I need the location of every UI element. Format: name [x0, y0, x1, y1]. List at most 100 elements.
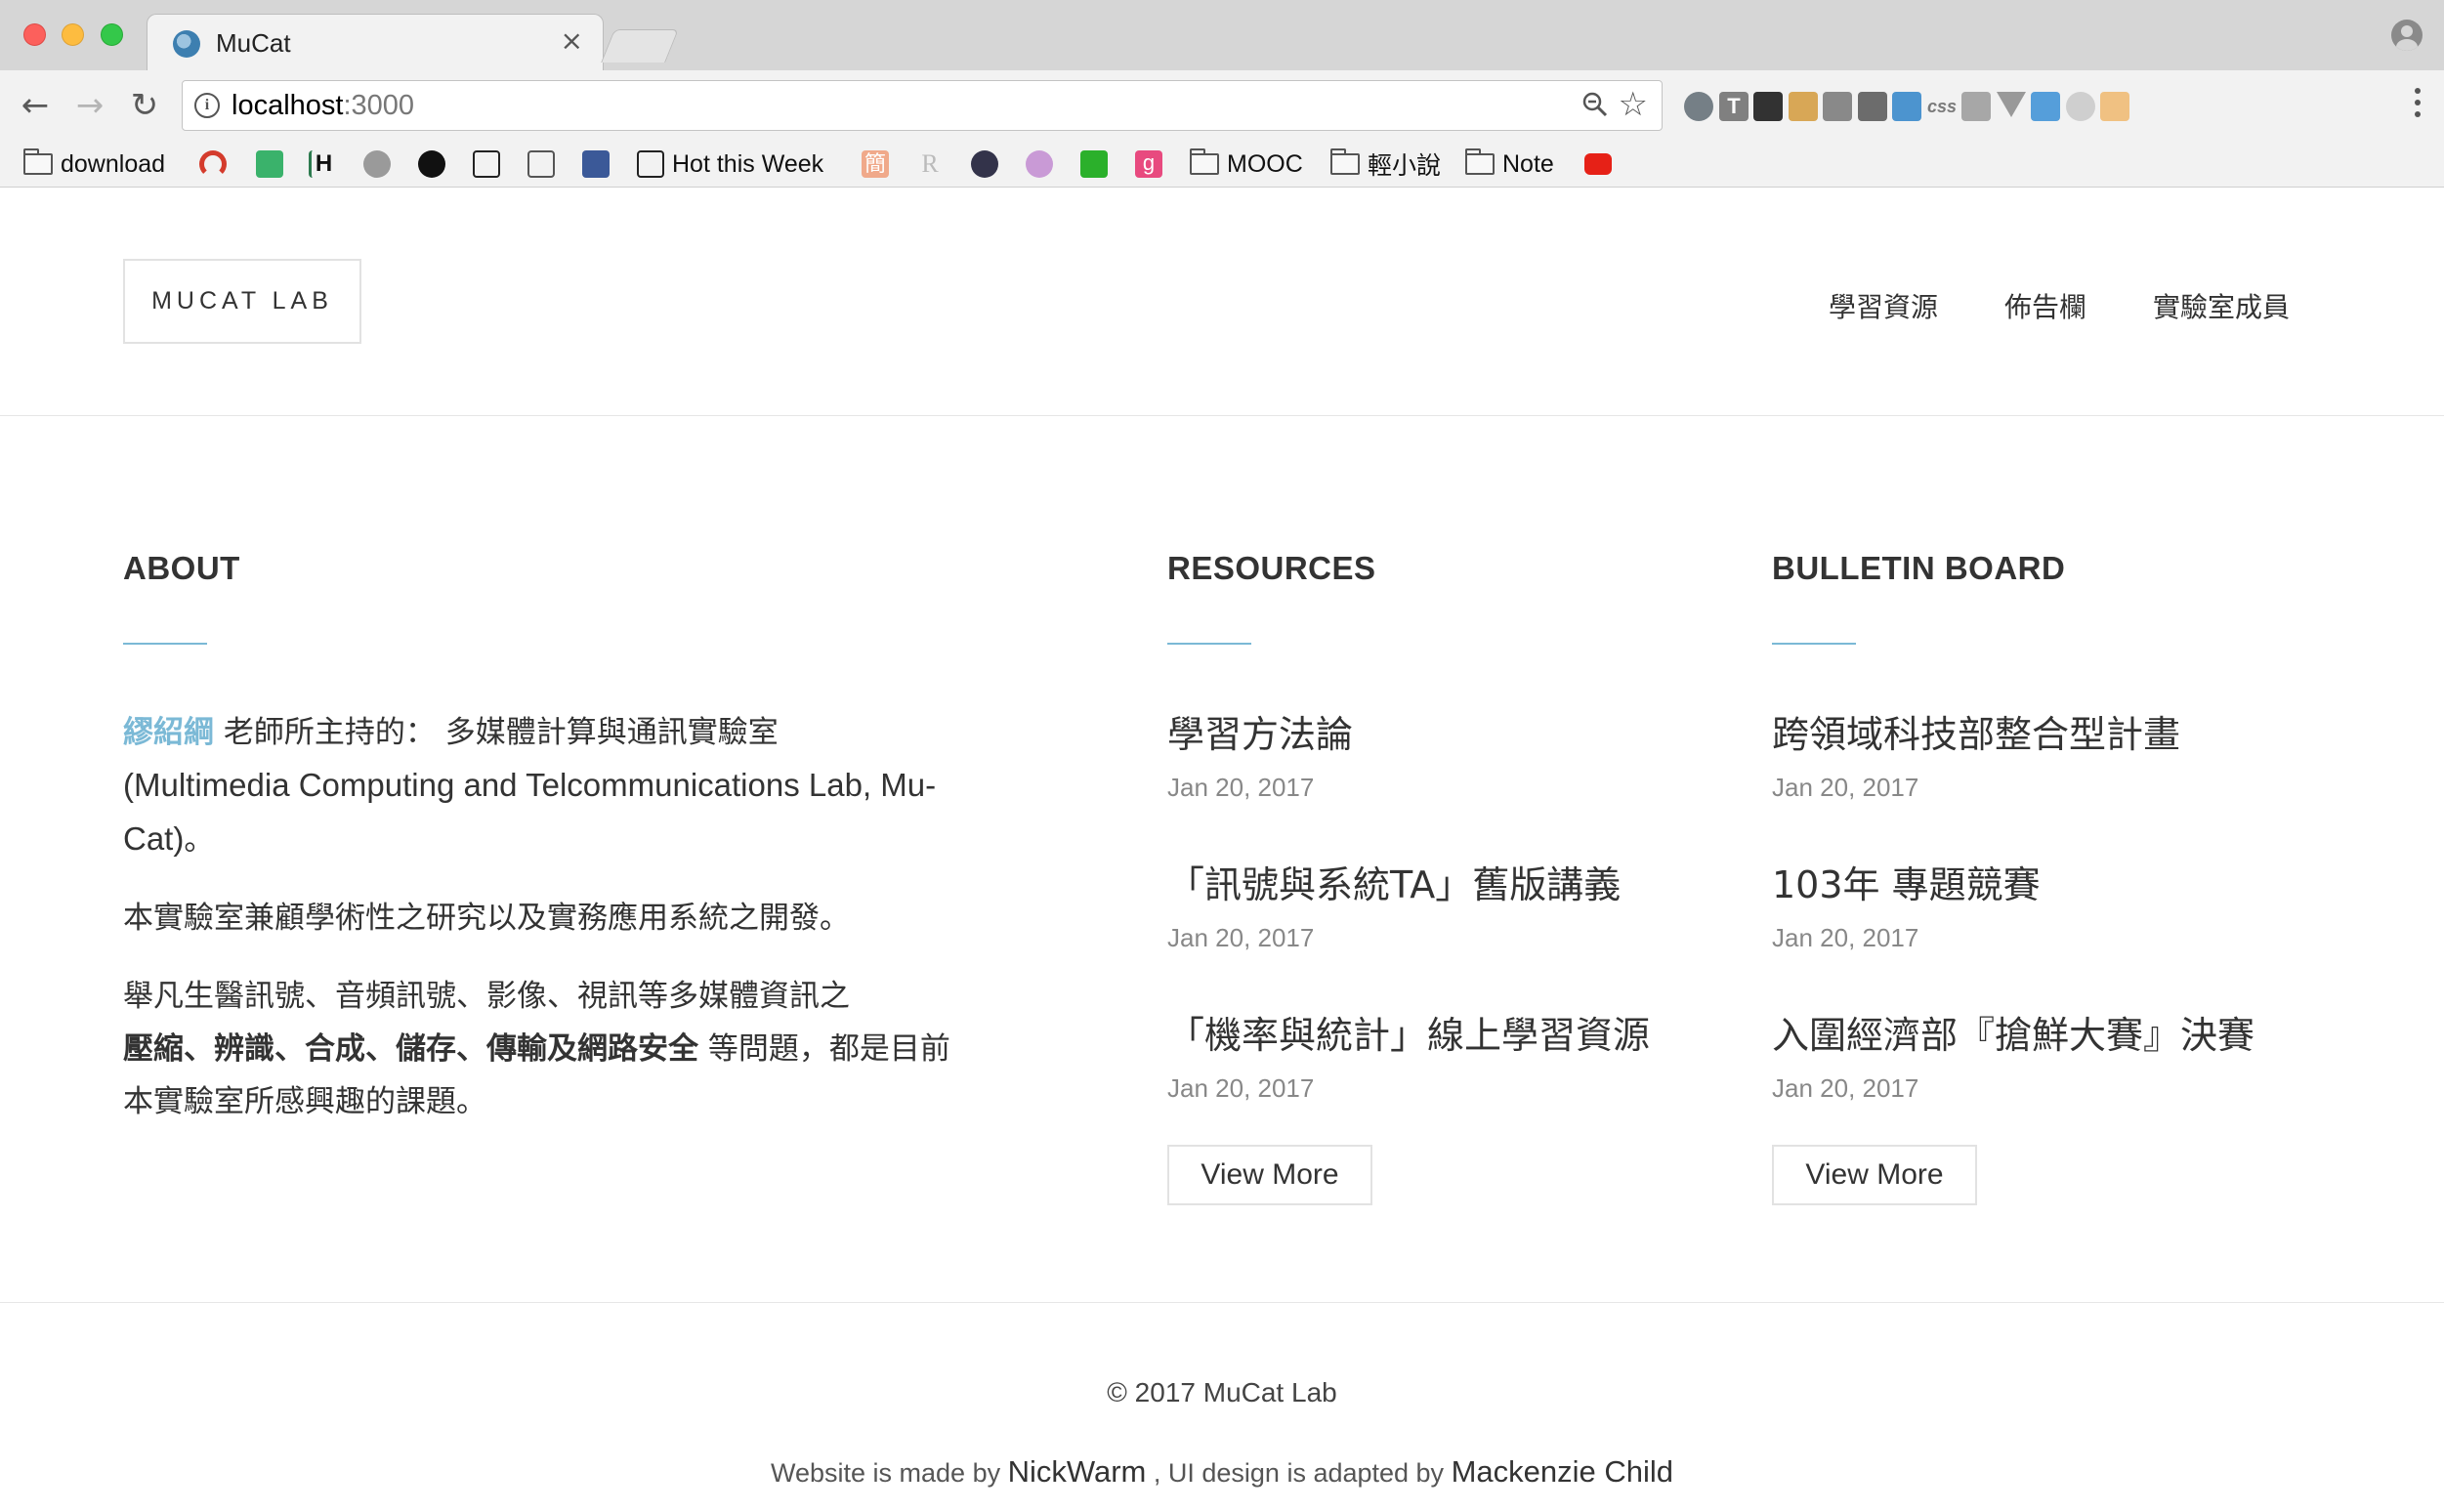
- bulletin-accent-line: [1772, 643, 1856, 645]
- profile-icon[interactable]: [2391, 20, 2423, 51]
- bookmark-l[interactable]: [473, 145, 500, 184]
- columns-ext-icon[interactable]: [1858, 92, 1887, 121]
- t-ext-icon[interactable]: T: [1719, 92, 1749, 121]
- green-dot-bookmark-icon: [1080, 150, 1108, 178]
- browser-menu-icon[interactable]: [2415, 88, 2423, 121]
- l-bookmark-icon: [473, 150, 500, 178]
- site-info-icon[interactable]: i: [194, 93, 220, 118]
- crosshair-ext-icon[interactable]: [1823, 92, 1852, 121]
- bookmark-note[interactable]: Note: [1465, 145, 1554, 184]
- mucat-favicon-icon: [173, 30, 200, 58]
- bookmark-hot-this-week[interactable]: Hot this Week: [637, 145, 823, 184]
- minimize-window-button[interactable]: [62, 23, 84, 46]
- bulletin-heading: BULLETIN BOARD: [1772, 550, 2066, 586]
- bookmark-h[interactable]: H: [309, 145, 336, 184]
- nickwarm-link[interactable]: NickWarm: [1008, 1454, 1147, 1489]
- grid-ext-icon[interactable]: [1961, 92, 1991, 121]
- bookmark-r[interactable]: R: [916, 145, 944, 184]
- url-text[interactable]: localhost:3000: [232, 90, 414, 122]
- vue-ext-icon[interactable]: [1997, 92, 2026, 117]
- bulletin-view-more-button[interactable]: View More: [1772, 1145, 1977, 1205]
- bird-ext-icon[interactable]: [1753, 92, 1783, 121]
- tab-title: MuCat: [216, 28, 291, 58]
- tab-close-icon[interactable]: ×: [561, 24, 583, 57]
- refresh-ext-icon[interactable]: [1684, 92, 1713, 121]
- circle-bookmark-icon: [1026, 150, 1053, 178]
- address-bar[interactable]: i localhost:3000 ☆: [182, 80, 1663, 131]
- logo-text: MUCAT LAB: [151, 287, 333, 315]
- about-text: 繆紹綱 老師所主持的： 多媒體計算與通訊實驗室 (Multimedia Compu…: [123, 706, 963, 1154]
- resources-view-more-button[interactable]: View More: [1167, 1145, 1372, 1205]
- r-bookmark-icon: R: [921, 149, 939, 178]
- bookmark-download[interactable]: download: [23, 145, 165, 184]
- bulletin-item-title[interactable]: 入圍經濟部『搶鮮大賽』決賽: [1772, 1005, 2254, 1059]
- credits-prefix: Website is made by: [770, 1458, 1008, 1488]
- bookmark-jian[interactable]: 簡: [862, 145, 889, 184]
- bookmark-green-dot[interactable]: [1080, 145, 1108, 184]
- about-p1-en: (Multimedia Computing and Telcommunicati…: [123, 767, 937, 857]
- bookmark-novel[interactable]: 輕小說: [1330, 145, 1441, 184]
- new-tab-button[interactable]: [601, 29, 679, 63]
- bookmark-circle[interactable]: [1026, 145, 1053, 184]
- bookmark-green-leaf[interactable]: [256, 145, 283, 184]
- site-logo[interactable]: MUCAT LAB: [123, 259, 361, 344]
- bookmark-youtube[interactable]: [1584, 145, 1612, 184]
- about-accent-line: [123, 643, 207, 645]
- bookmark-label: Note: [1502, 149, 1554, 178]
- resource-item-title[interactable]: 學習方法論: [1167, 704, 1353, 758]
- globe-ext-icon[interactable]: [2066, 92, 2095, 121]
- window-ext-icon[interactable]: [2031, 92, 2060, 121]
- browser-tabstrip: MuCat ×: [0, 0, 2444, 70]
- css3-ext-icon[interactable]: [1892, 92, 1921, 121]
- forward-button[interactable]: →: [68, 84, 111, 127]
- bookmark-label: 輕小說: [1368, 151, 1442, 180]
- credits-text: Website is made by NickWarm , UI design …: [0, 1454, 2444, 1490]
- about-p3-a: 舉凡生醫訊號、音頻訊號、影像、視訊等多媒體資訊之: [123, 979, 850, 1014]
- bookmark-book[interactable]: [527, 145, 555, 184]
- nav-bulletin-board[interactable]: 佈告欄: [2004, 286, 2086, 325]
- about-p1-end: 。: [184, 822, 215, 858]
- zoom-out-icon[interactable]: [1581, 91, 1609, 118]
- bookmarks-bar: download H Hot this Week 簡 R g MOOC 輕小說 …: [0, 141, 2444, 188]
- ruler-ext-icon[interactable]: [1789, 92, 1818, 121]
- bookmark-github[interactable]: [418, 145, 445, 184]
- maximize-window-button[interactable]: [101, 23, 123, 46]
- about-p3-bold: 壓縮、辨識、合成、儲存、傳輸及網路安全: [123, 1031, 698, 1067]
- about-paragraph-3: 舉凡生醫訊號、音頻訊號、影像、視訊等多媒體資訊之 壓縮、辨識、合成、儲存、傳輸及網…: [123, 970, 963, 1128]
- resource-item-date: Jan 20, 2017: [1167, 1073, 1315, 1103]
- bulletin-item-date: Jan 20, 2017: [1772, 773, 1919, 802]
- folder-icon: [1190, 148, 1219, 175]
- browser-tab-active[interactable]: MuCat ×: [147, 14, 604, 70]
- bookmark-facebook[interactable]: [582, 145, 610, 184]
- nav-learning-resources[interactable]: 學習資源: [1829, 286, 1938, 325]
- bookmark-g[interactable]: g: [1135, 145, 1162, 184]
- bookmark-star-icon[interactable]: ☆: [1619, 85, 1648, 124]
- face-ext-icon[interactable]: [2100, 92, 2129, 121]
- web-page: MUCAT LAB 學習資源 佈告欄 實驗室成員 ABOUT 繆紹綱 老師所主持…: [0, 189, 2444, 1512]
- bulletin-item-title[interactable]: 跨領域科技部整合型計畫: [1772, 704, 2180, 758]
- shield-bookmark-icon: [971, 150, 998, 178]
- url-host: localhost: [232, 90, 344, 121]
- copyright-text: © 2017 MuCat Lab: [1107, 1377, 1337, 1407]
- about-paragraph-2: 本實驗室兼顧學術性之研究以及實務應用系統之開發。: [123, 901, 850, 936]
- professor-link[interactable]: 繆紹綱: [123, 715, 214, 750]
- close-window-button[interactable]: [23, 23, 46, 46]
- bookmark-gear[interactable]: [363, 145, 391, 184]
- bookmark-red-arc[interactable]: [199, 145, 227, 184]
- resource-item-title[interactable]: 「訊號與系統TA」舊版講義: [1167, 855, 1621, 908]
- resource-item-title[interactable]: 「機率與統計」線上學習資源: [1167, 1005, 1650, 1059]
- h-bookmark-icon: H: [309, 150, 336, 178]
- nav-lab-members[interactable]: 實驗室成員: [2153, 286, 2290, 325]
- css-text-ext-icon[interactable]: css: [1927, 92, 1957, 121]
- gear-bookmark-icon: [363, 150, 391, 178]
- g-bookmark-icon: g: [1135, 150, 1162, 178]
- book-bookmark-icon: [527, 150, 555, 178]
- back-button[interactable]: ←: [14, 84, 57, 127]
- reload-button[interactable]: ↻: [123, 84, 166, 127]
- bookmark-label: Hot this Week: [672, 149, 824, 178]
- bulletin-item-title[interactable]: 103年 專題競賽: [1772, 855, 2041, 908]
- bookmark-shield[interactable]: [971, 145, 998, 184]
- mackenzie-child-link[interactable]: Mackenzie Child: [1452, 1454, 1673, 1489]
- about-paragraph-1: 繆紹綱 老師所主持的： 多媒體計算與通訊實驗室 (Multimedia Compu…: [123, 706, 963, 866]
- bookmark-mooc[interactable]: MOOC: [1190, 145, 1303, 184]
